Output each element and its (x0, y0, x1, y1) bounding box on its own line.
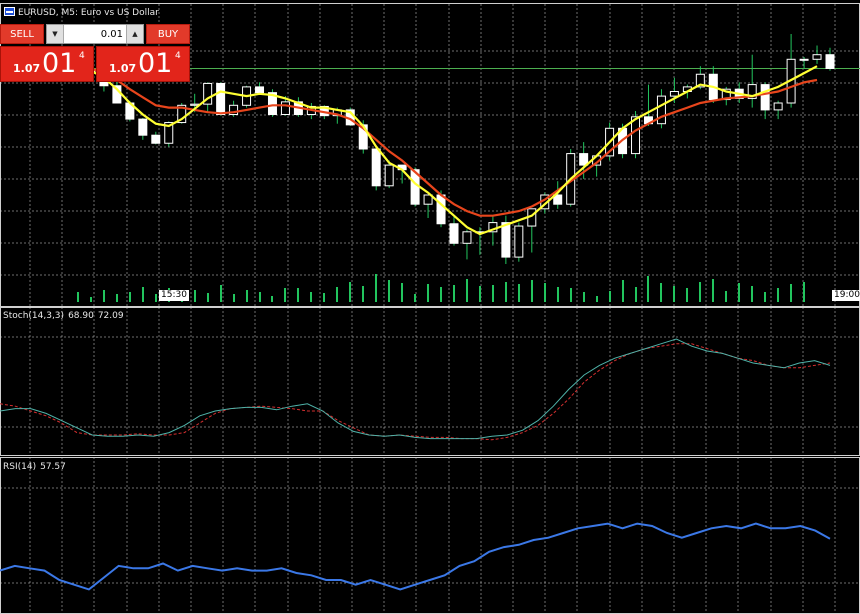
candle-body (799, 58, 809, 61)
candle-body (656, 95, 666, 125)
candle-body (138, 118, 148, 136)
rsi-value: 57.57 (40, 462, 66, 472)
buy-price-fraction: 4 (175, 51, 181, 61)
rsi-panel-border (0, 457, 860, 614)
candle-body (190, 103, 200, 106)
candle-body (371, 148, 381, 187)
candle-body (280, 101, 290, 115)
stochastic-label: Stoch(14,3,3) 68.90 72.09 (3, 311, 128, 321)
candle-body (436, 194, 446, 225)
candle-body (579, 153, 589, 166)
symbol-title: EURUSD, M5: Euro vs US Dollar (18, 8, 159, 18)
lot-size-input[interactable] (64, 25, 126, 43)
buy-button[interactable]: BUY (146, 24, 190, 44)
sell-price-fraction: 4 (79, 51, 85, 61)
chart-window-icon (4, 7, 15, 16)
candle-body (255, 86, 265, 94)
sell-price-prefix: 1.07 (13, 62, 41, 75)
candle-body (462, 231, 472, 244)
candle-body (216, 82, 226, 115)
time-label: 19:00 (832, 290, 860, 301)
candle-body (773, 102, 783, 111)
chart-canvas[interactable] (0, 0, 860, 614)
stochastic-signal-value: 72.09 (97, 311, 124, 321)
lot-decrease-icon[interactable]: ▼ (47, 25, 64, 43)
rsi-label: RSI(14) 57.57 (3, 462, 70, 472)
stochastic-main-value: 68.90 (68, 311, 94, 321)
stochastic-name: Stoch(14,3,3) (3, 311, 65, 321)
candle-body (669, 91, 679, 97)
lot-increase-icon[interactable]: ▲ (126, 25, 143, 43)
time-label: 15:30 (159, 290, 189, 301)
candle-body (384, 164, 394, 187)
candle-body (825, 54, 835, 70)
sell-price-main: 01 (42, 48, 77, 79)
candle-body (501, 222, 511, 258)
candle-body (812, 54, 822, 60)
sell-button[interactable]: SELL (0, 24, 44, 44)
candle-body (514, 225, 524, 258)
rsi-name: RSI(14) (3, 462, 37, 472)
buy-price-button[interactable]: 1.07 01 4 (96, 46, 190, 82)
candle-body (449, 223, 459, 244)
candle-body (760, 84, 770, 111)
buy-price-main: 01 (138, 48, 173, 79)
lot-size-control: ▼ ▲ (46, 24, 144, 44)
stochastic-panel-border (0, 307, 860, 456)
sell-price-button[interactable]: 1.07 01 4 (0, 46, 94, 82)
one-click-trade-panel: SELL ▼ ▲ BUY 1.07 01 4 1.07 01 4 (0, 24, 190, 82)
buy-price-prefix: 1.07 (109, 62, 137, 75)
candle-body (151, 134, 161, 144)
